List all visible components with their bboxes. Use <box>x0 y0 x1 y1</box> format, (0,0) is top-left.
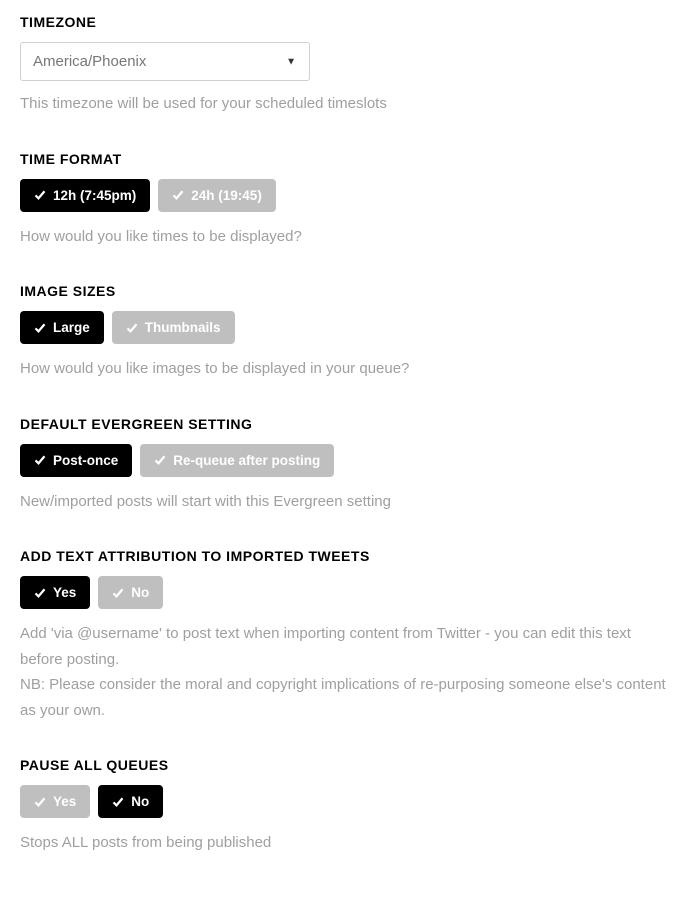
timezone-select[interactable] <box>20 42 310 81</box>
attribution-options: Yes No <box>20 576 667 609</box>
helper-timezone: This timezone will be used for your sche… <box>20 91 667 117</box>
check-icon <box>112 587 124 599</box>
option-attribution-yes[interactable]: Yes <box>20 576 90 609</box>
section-attribution: ADD TEXT ATTRIBUTION TO IMPORTED TWEETS … <box>20 548 667 723</box>
label-time-format: TIME FORMAT <box>20 151 667 167</box>
option-post-once[interactable]: Post-once <box>20 444 132 477</box>
helper-evergreen: New/imported posts will start with this … <box>20 489 667 515</box>
check-icon <box>126 322 138 334</box>
option-large-label: Large <box>53 320 90 335</box>
label-evergreen: DEFAULT EVERGREEN SETTING <box>20 416 667 432</box>
section-pause: PAUSE ALL QUEUES Yes No Stops ALL posts … <box>20 757 667 856</box>
option-requeue[interactable]: Re-queue after posting <box>140 444 334 477</box>
option-pause-yes[interactable]: Yes <box>20 785 90 818</box>
check-icon <box>34 587 46 599</box>
option-pause-yes-label: Yes <box>53 794 76 809</box>
helper-image-sizes: How would you like images to be displaye… <box>20 356 667 382</box>
section-image-sizes: IMAGE SIZES Large Thumbnails How would y… <box>20 283 667 382</box>
helper-time-format: How would you like times to be displayed… <box>20 224 667 250</box>
option-attribution-yes-label: Yes <box>53 585 76 600</box>
label-timezone: TIMEZONE <box>20 14 667 30</box>
option-attribution-no[interactable]: No <box>98 576 163 609</box>
label-image-sizes: IMAGE SIZES <box>20 283 667 299</box>
option-12h-label: 12h (7:45pm) <box>53 188 136 203</box>
check-icon <box>34 322 46 334</box>
image-sizes-options: Large Thumbnails <box>20 311 667 344</box>
option-pause-no-label: No <box>131 794 149 809</box>
check-icon <box>34 454 46 466</box>
check-icon <box>172 189 184 201</box>
check-icon <box>34 796 46 808</box>
option-large[interactable]: Large <box>20 311 104 344</box>
option-24h-label: 24h (19:45) <box>191 188 262 203</box>
check-icon <box>112 796 124 808</box>
option-24h[interactable]: 24h (19:45) <box>158 179 276 212</box>
helper-pause: Stops ALL posts from being published <box>20 830 667 856</box>
evergreen-options: Post-once Re-queue after posting <box>20 444 667 477</box>
section-timezone: TIMEZONE ▼ This timezone will be used fo… <box>20 14 667 117</box>
helper-attribution-1: Add 'via @username' to post text when im… <box>20 621 667 672</box>
label-pause: PAUSE ALL QUEUES <box>20 757 667 773</box>
option-post-once-label: Post-once <box>53 453 118 468</box>
check-icon <box>34 189 46 201</box>
section-evergreen: DEFAULT EVERGREEN SETTING Post-once Re-q… <box>20 416 667 515</box>
pause-options: Yes No <box>20 785 667 818</box>
section-time-format: TIME FORMAT 12h (7:45pm) 24h (19:45) How… <box>20 151 667 250</box>
helper-attribution-2: NB: Please consider the moral and copyri… <box>20 672 667 723</box>
label-attribution: ADD TEXT ATTRIBUTION TO IMPORTED TWEETS <box>20 548 667 564</box>
option-requeue-label: Re-queue after posting <box>173 453 320 468</box>
option-thumbnails[interactable]: Thumbnails <box>112 311 235 344</box>
option-attribution-no-label: No <box>131 585 149 600</box>
timezone-select-wrap: ▼ <box>20 42 310 81</box>
option-thumbnails-label: Thumbnails <box>145 320 221 335</box>
option-12h[interactable]: 12h (7:45pm) <box>20 179 150 212</box>
option-pause-no[interactable]: No <box>98 785 163 818</box>
time-format-options: 12h (7:45pm) 24h (19:45) <box>20 179 667 212</box>
check-icon <box>154 454 166 466</box>
